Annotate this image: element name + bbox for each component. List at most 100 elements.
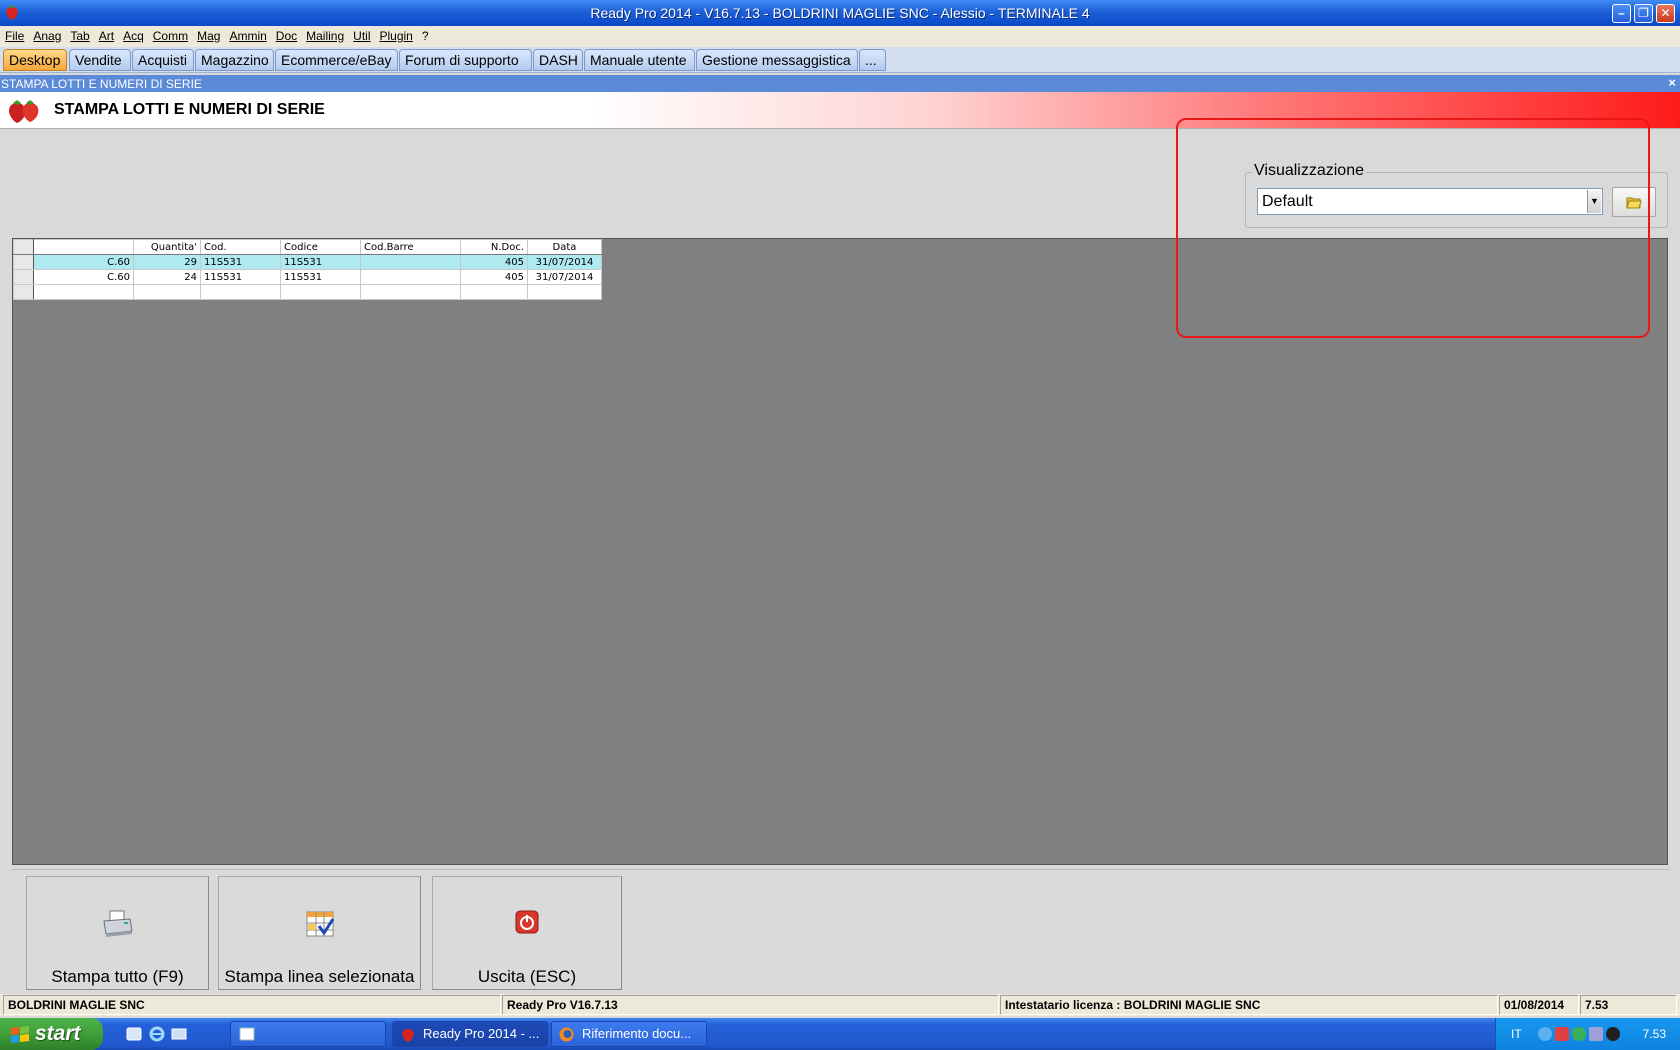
tab-forum[interactable]: Forum di supporto	[399, 49, 532, 71]
cell-cod[interactable]: 11S531	[200, 254, 281, 270]
tab-ecommerce[interactable]: Ecommerce/eBay	[275, 49, 398, 71]
menu-tab[interactable]: Tab	[70, 26, 89, 47]
show-desktop-icon[interactable]	[171, 1026, 187, 1042]
menu-file[interactable]: File	[5, 26, 24, 47]
cell-codbarre[interactable]	[360, 284, 461, 300]
tray-security-icon[interactable]	[1555, 1027, 1569, 1041]
status-bar: BOLDRINI MAGLIE SNC Ready Pro V16.7.13 I…	[0, 994, 1680, 1016]
column-header-ndoc[interactable]: N.Doc.	[460, 239, 528, 255]
start-button[interactable]: start	[0, 1018, 103, 1050]
row-header[interactable]	[13, 284, 34, 300]
close-window-button[interactable]: ✕	[1656, 4, 1675, 23]
inner-window-titlebar: STAMPA LOTTI E NUMERI DI SERIE ×	[0, 75, 1680, 92]
menu-help[interactable]: ?	[422, 26, 429, 47]
tab-acquisti[interactable]: Acquisti	[132, 49, 194, 71]
cell-um[interactable]: C.60	[33, 254, 134, 270]
tray-network-icon[interactable]	[1538, 1027, 1552, 1041]
tab-magazzino[interactable]: Magazzino	[195, 49, 274, 71]
action-button-panel: Stampa tutto (F9) Stampa linea seleziona…	[12, 869, 1670, 991]
cell-quantita[interactable]: 24	[133, 269, 201, 285]
print-selected-label: Stampa linea selezionata	[224, 967, 415, 986]
cell-cod[interactable]: 11S531	[200, 269, 281, 285]
cell-codice[interactable]	[280, 284, 361, 300]
cell-ndoc[interactable]: 405	[460, 254, 528, 270]
cell-codice[interactable]: 11S531	[280, 269, 361, 285]
taskbar-clock: 7.53	[1642, 1027, 1666, 1041]
window-title: Ready Pro 2014 - V16.7.13 - BOLDRINI MAG…	[590, 5, 1090, 21]
tray-update-icon[interactable]	[1572, 1027, 1586, 1041]
column-header-cod[interactable]: Cod.	[200, 239, 281, 255]
status-license: Intestatario licenza : BOLDRINI MAGLIE S…	[1000, 995, 1498, 1015]
restore-button[interactable]: ❐	[1634, 4, 1653, 23]
status-date: 01/08/2014	[1499, 995, 1579, 1015]
taskbar-item-window[interactable]	[230, 1021, 386, 1047]
menu-mag[interactable]: Mag	[197, 26, 220, 47]
column-header-data[interactable]: Data	[527, 239, 602, 255]
cell-um[interactable]: C.60	[33, 269, 134, 285]
cell-ndoc[interactable]	[460, 284, 528, 300]
column-header-um[interactable]	[33, 239, 134, 255]
taskbar: start Ready Pro 2014 - ... Riferimento d…	[0, 1018, 1680, 1050]
tab-messaggistica[interactable]: Gestione messaggistica	[696, 49, 858, 71]
tray-volume-icon[interactable]	[1606, 1027, 1620, 1041]
row-header-corner	[13, 239, 34, 255]
row-header[interactable]	[13, 269, 34, 285]
tab-desktop[interactable]: Desktop	[3, 49, 67, 71]
exit-button[interactable]: Uscita (ESC)	[432, 876, 622, 990]
row-header[interactable]	[13, 254, 34, 270]
taskbar-item-readypro[interactable]: Ready Pro 2014 - ...	[392, 1021, 548, 1047]
power-icon	[515, 910, 539, 934]
column-header-quantita[interactable]: Quantita'	[133, 239, 201, 255]
tab-manuale[interactable]: Manuale utente	[584, 49, 695, 71]
menu-acq[interactable]: Acq	[123, 26, 144, 47]
tab-vendite[interactable]: Vendite	[69, 49, 131, 71]
inner-close-button[interactable]: ×	[1668, 75, 1676, 90]
tray-app-icon[interactable]	[1589, 1027, 1603, 1041]
menu-util[interactable]: Util	[353, 26, 370, 47]
quicklaunch-app-icon[interactable]	[126, 1026, 142, 1042]
exit-label: Uscita (ESC)	[477, 967, 577, 986]
internet-explorer-icon[interactable]	[149, 1026, 165, 1042]
printer-icon	[102, 910, 133, 937]
print-all-button[interactable]: Stampa tutto (F9)	[26, 876, 209, 990]
table-row[interactable]: C.60 29 11S531 11S531 405 31/07/2014	[13, 254, 602, 270]
table-row[interactable]	[13, 284, 602, 300]
tab-bar: Desktop Vendite Acquisti Magazzino Ecomm…	[0, 47, 1680, 73]
taskbar-item-label: Ready Pro 2014 - ...	[423, 1026, 540, 1041]
tab-more[interactable]: ...	[859, 49, 886, 71]
cell-codbarre[interactable]	[360, 269, 461, 285]
language-indicator[interactable]: IT	[1511, 1027, 1522, 1041]
column-header-codbarre[interactable]: Cod.Barre	[360, 239, 461, 255]
menu-ammin[interactable]: Ammin	[229, 26, 266, 47]
cell-cod[interactable]	[200, 284, 281, 300]
window-titlebar: Ready Pro 2014 - V16.7.13 - BOLDRINI MAG…	[0, 0, 1680, 26]
menu-comm[interactable]: Comm	[153, 26, 188, 47]
menu-bar: File Anag Tab Art Acq Comm Mag Ammin Doc Mailing U…	[0, 26, 1680, 47]
taskbar-item-firefox[interactable]: Riferimento docu...	[551, 1021, 707, 1047]
menu-anag[interactable]: Anag	[33, 26, 61, 47]
menu-plugin[interactable]: Plugin	[380, 26, 413, 47]
window-icon	[239, 1027, 255, 1041]
menu-art[interactable]: Art	[99, 26, 114, 47]
menu-doc[interactable]: Doc	[276, 26, 297, 47]
cell-quantita[interactable]: 29	[133, 254, 201, 270]
windows-logo-icon	[11, 1026, 29, 1043]
table-row[interactable]: C.60 24 11S531 11S531 405 31/07/2014	[13, 269, 602, 285]
minimize-button[interactable]: –	[1612, 4, 1631, 23]
cell-codice[interactable]: 11S531	[280, 254, 361, 270]
system-tray: IT 7.53	[1495, 1018, 1680, 1050]
column-header-codice[interactable]: Codice	[280, 239, 361, 255]
cell-data[interactable]: 31/07/2014	[527, 269, 602, 285]
cell-codbarre[interactable]	[360, 254, 461, 270]
cell-quantita[interactable]	[133, 284, 201, 300]
cell-ndoc[interactable]: 405	[460, 269, 528, 285]
cell-data[interactable]: 31/07/2014	[527, 254, 602, 270]
table-check-icon	[306, 911, 334, 937]
print-all-label: Stampa tutto (F9)	[51, 967, 184, 986]
menu-mailing[interactable]: Mailing	[306, 26, 344, 47]
tab-dash[interactable]: DASH	[533, 49, 583, 71]
start-label: start	[35, 1022, 81, 1045]
print-selected-button[interactable]: Stampa linea selezionata	[218, 876, 421, 990]
cell-um[interactable]	[33, 284, 134, 300]
cell-data[interactable]	[527, 284, 602, 300]
